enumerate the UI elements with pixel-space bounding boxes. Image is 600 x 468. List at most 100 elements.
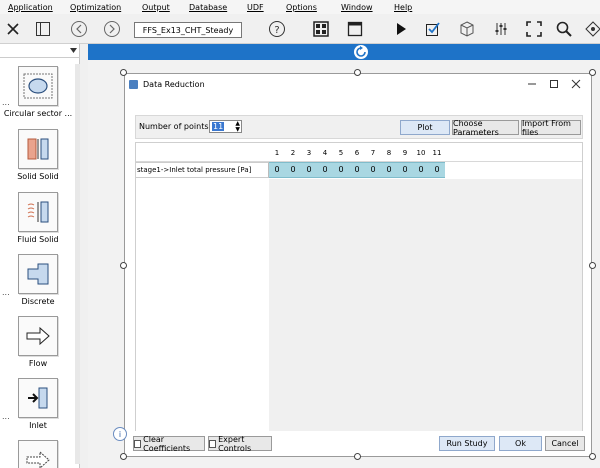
row-header[interactable]: stage1->Inlet total pressure [Pa] [136,162,269,178]
refresh-icon[interactable] [354,45,368,59]
column-header[interactable]: 1 [269,149,285,159]
data-cell[interactable]: 0 [317,165,333,174]
data-cell[interactable]: 0 [269,165,285,174]
resize-handle[interactable] [589,453,596,460]
study-name-field[interactable]: FFS_Ex13_CHT_Steady [134,22,242,38]
close-icon[interactable] [2,18,24,40]
data-cell[interactable]: 0 [301,165,317,174]
data-cell[interactable]: 0 [381,165,397,174]
help-icon[interactable]: ? [266,18,288,40]
clear-coefficients-button[interactable]: Clear Coefficients [133,435,205,453]
resize-handle[interactable] [589,262,596,269]
resize-handle[interactable] [120,262,127,269]
grid-empty-area [269,179,582,431]
dialog-title: Data Reduction [143,79,205,89]
component-palette: Circular sector ... Solid Solid Fluid So… [0,44,80,468]
palette-item-label: Fluid Solid [17,235,59,244]
palette-item-label: Discrete [21,297,55,306]
circular-sector-icon [18,66,58,106]
data-cell[interactable]: 0 [349,165,365,174]
pan-icon[interactable] [582,18,600,40]
palette-more: ... [2,98,10,107]
column-header[interactable]: 3 [301,149,317,159]
dialog-titlebar[interactable]: Data Reduction [125,74,591,94]
data-cell[interactable]: 0 [413,165,429,174]
expert-controls-label: Expert Controls [218,434,252,453]
cancel-button[interactable]: Cancel [545,436,585,451]
chevron-down-icon[interactable] [70,48,77,53]
column-header[interactable]: 4 [317,149,333,159]
settings-icon [209,439,217,448]
check-box-icon[interactable] [422,18,444,40]
sliders-icon[interactable] [490,18,512,40]
column-header[interactable]: 10 [413,149,429,159]
grid-layout-icon[interactable] [310,18,332,40]
palette-item-label: Flow [28,359,48,368]
data-cell[interactable]: 0 [285,165,301,174]
panel-toggle-icon[interactable] [32,18,54,40]
ok-button[interactable]: Ok [499,436,542,451]
menu-database[interactable]: Database [185,3,227,12]
palette-item-solid-solid[interactable]: Solid Solid [0,129,76,181]
menu-optimization[interactable]: Optimization [66,3,121,12]
dialog-topbar: Number of points 11 ▲ ▼ Plot Choose Param… [135,115,583,139]
maximize-icon[interactable] [547,77,561,91]
grid-row-header-area [136,179,269,431]
back-icon[interactable] [68,18,90,40]
info-icon[interactable]: i [113,427,127,441]
resize-handle[interactable] [354,69,361,76]
resize-handle[interactable] [120,69,127,76]
resize-handle[interactable] [354,453,361,460]
window-icon[interactable] [344,18,366,40]
palette-item-circular-sector[interactable]: Circular sector ... [0,66,76,118]
data-cell[interactable]: 0 [333,165,349,174]
palette-item-label: Solid Solid [17,172,59,181]
svg-text:?: ? [274,25,279,36]
column-header[interactable]: 7 [365,149,381,159]
data-cell[interactable]: 0 [397,165,413,174]
menu-window[interactable]: Window [337,3,373,12]
expert-controls-button[interactable]: Expert Controls [208,434,272,453]
column-header[interactable]: 6 [349,149,365,159]
clear-icon [134,439,142,448]
column-header[interactable]: 5 [333,149,349,159]
palette-header [0,44,80,58]
menu-udf[interactable]: UDF [243,3,264,12]
zoom-icon[interactable] [553,18,575,40]
minimize-icon[interactable] [525,77,539,91]
number-of-points-spinner[interactable]: 11 ▲ ▼ [209,120,242,133]
palette-item-label: Inlet [29,421,47,430]
close-icon[interactable] [569,77,583,91]
number-of-points-value: 11 [212,122,225,131]
column-header[interactable]: 11 [429,149,445,159]
fit-view-icon[interactable] [523,18,545,40]
table-row: 0 0 0 0 0 0 0 0 0 0 0 [269,162,445,178]
menu-help[interactable]: Help [390,3,412,12]
forward-icon[interactable] [101,18,123,40]
cube-icon[interactable] [456,18,478,40]
resize-handle[interactable] [120,453,127,460]
run-study-button[interactable]: Run Study [439,436,495,451]
palette-item-fluid-solid[interactable]: Fluid Solid [0,192,76,244]
menu-options[interactable]: Options [282,3,317,12]
palette-item-next[interactable] [0,440,76,468]
palette-item-discrete[interactable]: Discrete [0,254,76,306]
resize-handle[interactable] [589,69,596,76]
data-cell[interactable]: 0 [365,165,381,174]
run-icon[interactable] [390,18,412,40]
palette-more: ... [2,288,10,297]
column-header[interactable]: 2 [285,149,301,159]
plot-button[interactable]: Plot [400,120,450,135]
choose-parameters-button[interactable]: Choose Parameters [452,119,519,137]
column-header[interactable]: 8 [381,149,397,159]
menu-application[interactable]: Application [4,3,53,12]
import-from-files-button[interactable]: Import From files [521,119,581,137]
data-cell[interactable]: 0 [429,165,445,174]
column-header[interactable]: 9 [397,149,413,159]
palette-item-flow[interactable]: Flow [0,316,76,368]
spin-arrows-icon[interactable]: ▲ ▼ [235,121,240,133]
palette-item-inlet[interactable]: Inlet [0,378,76,430]
number-of-points-label: Number of points [139,122,209,131]
data-reduction-dialog: Data Reduction Number of points 11 ▲ ▼ Pl… [113,73,592,457]
menu-output[interactable]: Output [138,3,170,12]
